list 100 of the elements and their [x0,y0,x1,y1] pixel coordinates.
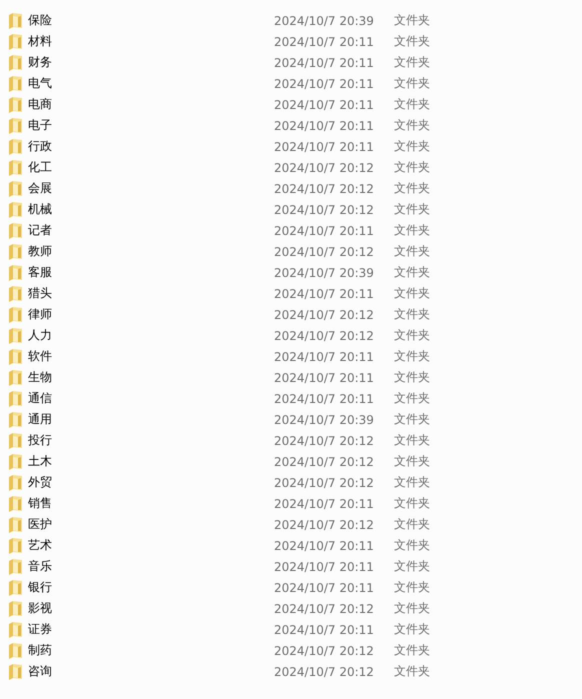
folder-icon [9,244,22,260]
folder-icon [9,558,22,574]
file-type: 文件夹 [394,117,431,134]
folder-name[interactable]: 财务 [28,54,274,71]
folder-name[interactable]: 生物 [28,369,274,386]
folder-name[interactable]: 教师 [28,243,274,260]
folder-icon [9,118,22,134]
modified-date: 2024/10/7 20:11 [274,34,375,48]
file-type: 文件夹 [394,369,431,386]
folder-icon [9,580,22,596]
folder-name[interactable]: 律师 [28,306,274,323]
folder-name[interactable]: 艺术 [28,537,274,554]
modified-date: 2024/10/7 20:11 [274,286,375,300]
modified-date: 2024/10/7 20:12 [274,244,375,258]
file-type: 文件夹 [394,642,431,659]
folder-icon [9,12,22,28]
folder-name[interactable]: 化工 [28,159,274,176]
file-type: 文件夹 [394,222,431,239]
folder-name[interactable]: 投行 [28,432,274,449]
folder-name[interactable]: 咨询 [28,663,274,680]
folder-icon [9,306,22,322]
folder-icon [9,160,22,176]
folder-name[interactable]: 电子 [28,117,274,134]
folder-name[interactable]: 记者 [28,222,274,239]
modified-date: 2024/10/7 20:12 [274,202,375,216]
folder-icon [9,412,22,428]
folder-name[interactable]: 制药 [28,642,274,659]
folder-name[interactable]: 土木 [28,453,274,470]
modified-date: 2024/10/7 20:11 [274,350,375,364]
modified-date: 2024/10/7 20:39 [274,14,375,28]
folder-name[interactable]: 客服 [28,264,274,281]
modified-date: 2024/10/7 20:12 [274,518,375,532]
folder-icon [9,664,22,680]
modified-date: 2024/10/7 20:11 [274,392,375,406]
folder-icon [9,76,22,92]
modified-date: 2024/10/7 20:12 [274,644,375,658]
folder-name[interactable]: 猎头 [28,285,274,302]
file-type: 文件夹 [394,306,431,323]
folder-icon [9,286,22,302]
file-type: 文件夹 [394,663,431,680]
folder-icon [9,96,22,112]
folder-icon [9,642,22,658]
modified-date: 2024/10/7 20:11 [274,370,375,384]
modified-date: 2024/10/7 20:11 [274,496,375,510]
folder-icon [9,348,22,364]
folder-name[interactable]: 医护 [28,516,274,533]
folder-icon [9,222,22,238]
file-type: 文件夹 [394,474,431,491]
folder-icon [9,432,22,448]
modified-date: 2024/10/7 20:11 [274,622,375,636]
file-type: 文件夹 [394,327,431,344]
file-type: 文件夹 [394,453,431,470]
file-type: 文件夹 [394,621,431,638]
folder-name[interactable]: 人力 [28,327,274,344]
folder-name[interactable]: 材料 [28,33,274,50]
folder-icon [9,370,22,386]
file-type: 文件夹 [394,558,431,575]
file-type: 文件夹 [394,243,431,260]
folder-name[interactable]: 电商 [28,96,274,113]
folder-name[interactable]: 外贸 [28,474,274,491]
file-type: 文件夹 [394,180,431,197]
file-type: 文件夹 [394,138,431,155]
modified-date: 2024/10/7 20:39 [274,266,375,280]
folder-name[interactable]: 会展 [28,180,274,197]
modified-date: 2024/10/7 20:11 [274,580,375,594]
folder-name[interactable]: 通信 [28,390,274,407]
folder-name[interactable]: 保险 [28,12,274,29]
folder-name[interactable]: 证券 [28,621,274,638]
file-type: 文件夹 [394,432,431,449]
modified-date: 2024/10/7 20:11 [274,98,375,112]
folder-icon [9,390,22,406]
file-type: 文件夹 [394,537,431,554]
folder-icon [9,328,22,344]
modified-date: 2024/10/7 20:12 [274,602,375,616]
modified-date: 2024/10/7 20:11 [274,118,375,132]
folder-name[interactable]: 销售 [28,495,274,512]
file-type: 文件夹 [394,201,431,218]
modified-date: 2024/10/7 20:11 [274,538,375,552]
modified-date: 2024/10/7 20:11 [274,140,375,154]
folder-icon [9,54,22,70]
folder-name[interactable]: 通用 [28,411,274,428]
modified-date: 2024/10/7 20:12 [274,664,375,678]
folder-name[interactable]: 机械 [28,201,274,218]
modified-date: 2024/10/7 20:12 [274,328,375,342]
file-type: 文件夹 [394,579,431,596]
modified-date: 2024/10/7 20:11 [274,224,375,238]
folder-name[interactable]: 银行 [28,579,274,596]
file-type: 文件夹 [394,75,431,92]
folder-icon [9,538,22,554]
folder-name[interactable]: 软件 [28,348,274,365]
folder-name[interactable]: 影视 [28,600,274,617]
file-type: 文件夹 [394,516,431,533]
file-type: 文件夹 [394,411,431,428]
file-type: 文件夹 [394,390,431,407]
modified-date: 2024/10/7 20:12 [274,182,375,196]
folder-name[interactable]: 电气 [28,75,274,92]
folder-name[interactable]: 行政 [28,138,274,155]
file-type: 文件夹 [394,348,431,365]
folder-icon [9,496,22,512]
folder-name[interactable]: 音乐 [28,558,274,575]
